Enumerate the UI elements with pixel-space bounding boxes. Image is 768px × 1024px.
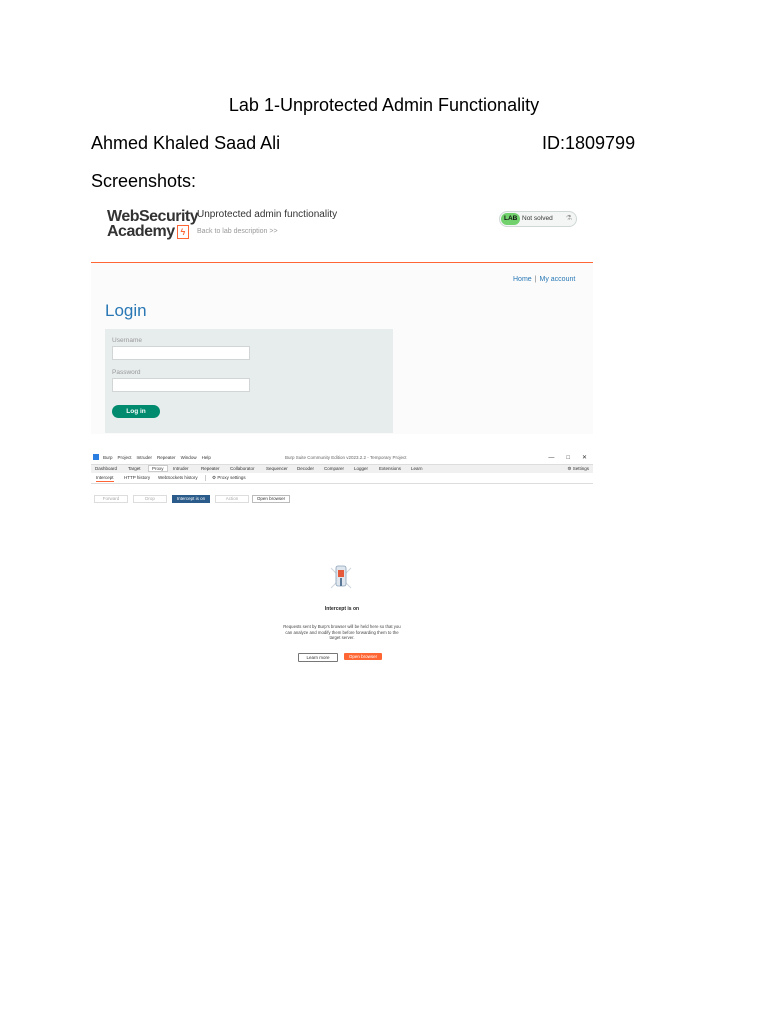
tab-learn[interactable]: Learn xyxy=(411,466,423,471)
tab-target[interactable]: Target xyxy=(128,466,141,471)
my-account-link[interactable]: My account xyxy=(540,276,576,283)
main-tabs: Dashboard Target Proxy Intruder Repeater… xyxy=(91,464,593,473)
top-navigation: Home | My account xyxy=(513,276,575,283)
tab-sequencer[interactable]: Sequencer xyxy=(266,466,288,471)
restore-button[interactable]: □ xyxy=(566,455,570,461)
gear-icon: ⚙ xyxy=(567,466,572,471)
username-label: Username xyxy=(112,337,142,344)
tab-dashboard[interactable]: Dashboard xyxy=(95,466,117,471)
tab-proxy[interactable]: Proxy xyxy=(148,465,168,472)
menu-intruder[interactable]: Intruder xyxy=(137,455,153,460)
lab-title: Unprotected admin functionality xyxy=(197,209,338,220)
tab-logger[interactable]: Logger xyxy=(354,466,368,471)
screenshot-web-security-academy: WebSecurity Academy ϟ Unprotected admin f… xyxy=(91,200,593,434)
window-title: Burp Suite Community Edition v2023.2.2 -… xyxy=(285,455,407,460)
intercept-status-heading: Intercept is on xyxy=(324,606,360,612)
username-input[interactable] xyxy=(112,346,250,360)
drop-button[interactable]: Drop xyxy=(133,495,167,503)
log-in-button[interactable]: Log in xyxy=(112,405,160,418)
proxy-subtabs: Intercept HTTP history WebSockets histor… xyxy=(91,473,593,484)
screenshot-burp-suite: Burp Project Intruder Repeater Window Help Bu… xyxy=(91,452,593,665)
tab-extensions[interactable]: Extensions xyxy=(379,466,401,471)
menu-repeater[interactable]: Repeater xyxy=(157,455,176,460)
menu-help[interactable]: Help xyxy=(202,455,211,460)
settings-button[interactable]: ⚙ Settings xyxy=(567,466,589,472)
subtab-websockets-history[interactable]: WebSockets history xyxy=(158,475,198,480)
author-name: Ahmed Khaled Saad Ali xyxy=(91,133,281,153)
proxy-settings-label: Proxy settings xyxy=(217,475,246,480)
menu-window[interactable]: Window xyxy=(181,455,197,460)
screenshots-label: Screenshots: xyxy=(91,171,197,191)
intercept-description: Requests sent by Burp's browser will be … xyxy=(283,624,401,640)
tab-collaborator[interactable]: Collaborator xyxy=(230,466,255,471)
settings-label: Settings xyxy=(572,466,589,471)
minimize-button[interactable]: — xyxy=(548,455,554,461)
login-form: Username Password Log in xyxy=(105,329,393,433)
burp-logo-icon xyxy=(93,454,99,460)
document-title: Lab 1-Unprotected Admin Functionality xyxy=(228,95,540,115)
tab-comparer[interactable]: Comparer xyxy=(324,466,344,471)
open-browser-button[interactable]: Open browser xyxy=(344,653,382,660)
logo-line-1: WebSecurity xyxy=(107,208,199,225)
learn-more-button[interactable]: Learn more xyxy=(298,653,338,662)
forward-button[interactable]: Forward xyxy=(94,495,128,503)
action-button[interactable]: Action xyxy=(215,495,249,503)
tab-repeater[interactable]: Repeater xyxy=(201,466,220,471)
lab-status-text: Not solved xyxy=(522,215,553,222)
intercept-toggle[interactable]: Intercept is on xyxy=(172,495,210,503)
menu-burp[interactable]: Burp xyxy=(103,455,113,460)
toolbar-open-browser-button[interactable]: Open browser xyxy=(252,495,290,503)
back-to-lab-description-link[interactable]: Back to lab description >> xyxy=(197,228,278,235)
lab-label: LAB xyxy=(501,213,521,225)
tab-decoder[interactable]: Decoder xyxy=(297,466,314,471)
web-security-academy-logo[interactable]: WebSecurity Academy ϟ xyxy=(107,208,199,240)
nav-separator: | xyxy=(534,276,537,283)
menu-project[interactable]: Project xyxy=(118,455,132,460)
close-button[interactable]: ✕ xyxy=(582,455,587,461)
subtab-divider xyxy=(205,475,206,481)
intercept-illustration-icon xyxy=(330,565,352,589)
proxy-settings-button[interactable]: ⚙ Proxy settings xyxy=(212,475,246,481)
flask-icon: ⚗ xyxy=(565,215,572,222)
subtab-http-history[interactable]: HTTP history xyxy=(124,475,150,480)
gear-icon: ⚙ xyxy=(212,475,217,480)
password-input[interactable] xyxy=(112,378,250,392)
student-id: ID:1809799 xyxy=(542,133,636,153)
subtab-intercept[interactable]: Intercept xyxy=(96,475,114,482)
logo-line-2: Academy xyxy=(107,223,175,240)
lab-status-badge: LAB Not solved ⚗ xyxy=(499,211,577,227)
logo-bolt-icon: ϟ xyxy=(176,224,189,239)
password-label: Password xyxy=(112,369,141,376)
login-heading: Login xyxy=(105,301,147,320)
home-link[interactable]: Home xyxy=(513,276,532,283)
tab-intruder[interactable]: Intruder xyxy=(173,466,189,471)
menu-bar: Burp Project Intruder Repeater Window Help Bu… xyxy=(91,452,593,463)
